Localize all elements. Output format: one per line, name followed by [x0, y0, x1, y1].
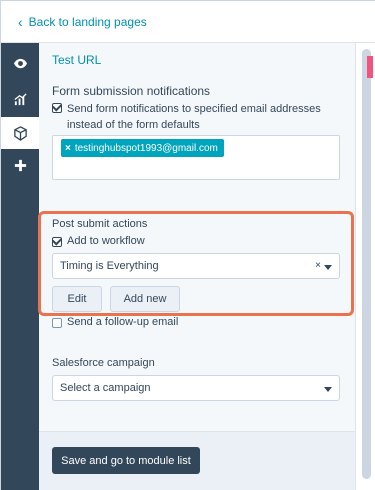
- back-link-label: Back to landing pages: [28, 15, 147, 29]
- rail-preview-button[interactable]: [1, 47, 39, 79]
- icon-rail: [1, 43, 39, 490]
- chevron-left-icon: ‹: [18, 14, 23, 30]
- app-frame: ‹ Back to landing pages Test URL Form su…: [0, 0, 375, 490]
- post-submit-highlight: [38, 211, 354, 316]
- follow-up-row[interactable]: Send a follow-up email: [52, 316, 178, 328]
- campaign-placeholder: Select a campaign: [60, 382, 151, 394]
- plus-icon: [14, 159, 26, 171]
- notifications-checkbox-row[interactable]: Send form notifications to specified ema…: [52, 101, 342, 133]
- campaign-select[interactable]: Select a campaign: [52, 375, 340, 401]
- chevron-down-icon: [324, 387, 332, 392]
- rail-modules-button[interactable]: [1, 117, 39, 149]
- scroll-indicator: [367, 56, 373, 78]
- test-url-link[interactable]: Test URL: [52, 53, 101, 67]
- notifications-checkbox-label: Send form notifications to specified ema…: [67, 103, 321, 131]
- cube-icon: [13, 125, 27, 141]
- email-chip-label: testinghubspot1993@gmail.com: [74, 142, 218, 154]
- email-recipients-input[interactable]: × testinghubspot1993@gmail.com: [52, 135, 340, 180]
- rail-add-button[interactable]: [1, 149, 39, 181]
- remove-chip-icon[interactable]: ×: [65, 143, 71, 154]
- panel-scrollbar[interactable]: [355, 43, 375, 490]
- panel-footer: Save and go to module list: [39, 431, 355, 490]
- save-button-label: Save and go to module list: [61, 454, 191, 467]
- scrollbar-thumb[interactable]: [362, 49, 371, 479]
- save-and-go-button[interactable]: Save and go to module list: [52, 447, 200, 474]
- follow-up-label: Send a follow-up email: [67, 316, 179, 328]
- notifications-checkbox[interactable]: [52, 103, 62, 113]
- chart-icon: [13, 92, 27, 105]
- rail-analytics-button[interactable]: [1, 83, 39, 115]
- email-chip: × testinghubspot1993@gmail.com: [61, 139, 224, 157]
- top-bar: ‹ Back to landing pages: [1, 1, 375, 43]
- follow-up-checkbox[interactable]: [52, 318, 62, 328]
- notifications-heading: Form submission notifications: [52, 84, 211, 98]
- back-to-landing-pages-link[interactable]: ‹ Back to landing pages: [18, 15, 147, 29]
- salesforce-heading: Salesforce campaign: [52, 357, 155, 369]
- eye-icon: [13, 58, 27, 68]
